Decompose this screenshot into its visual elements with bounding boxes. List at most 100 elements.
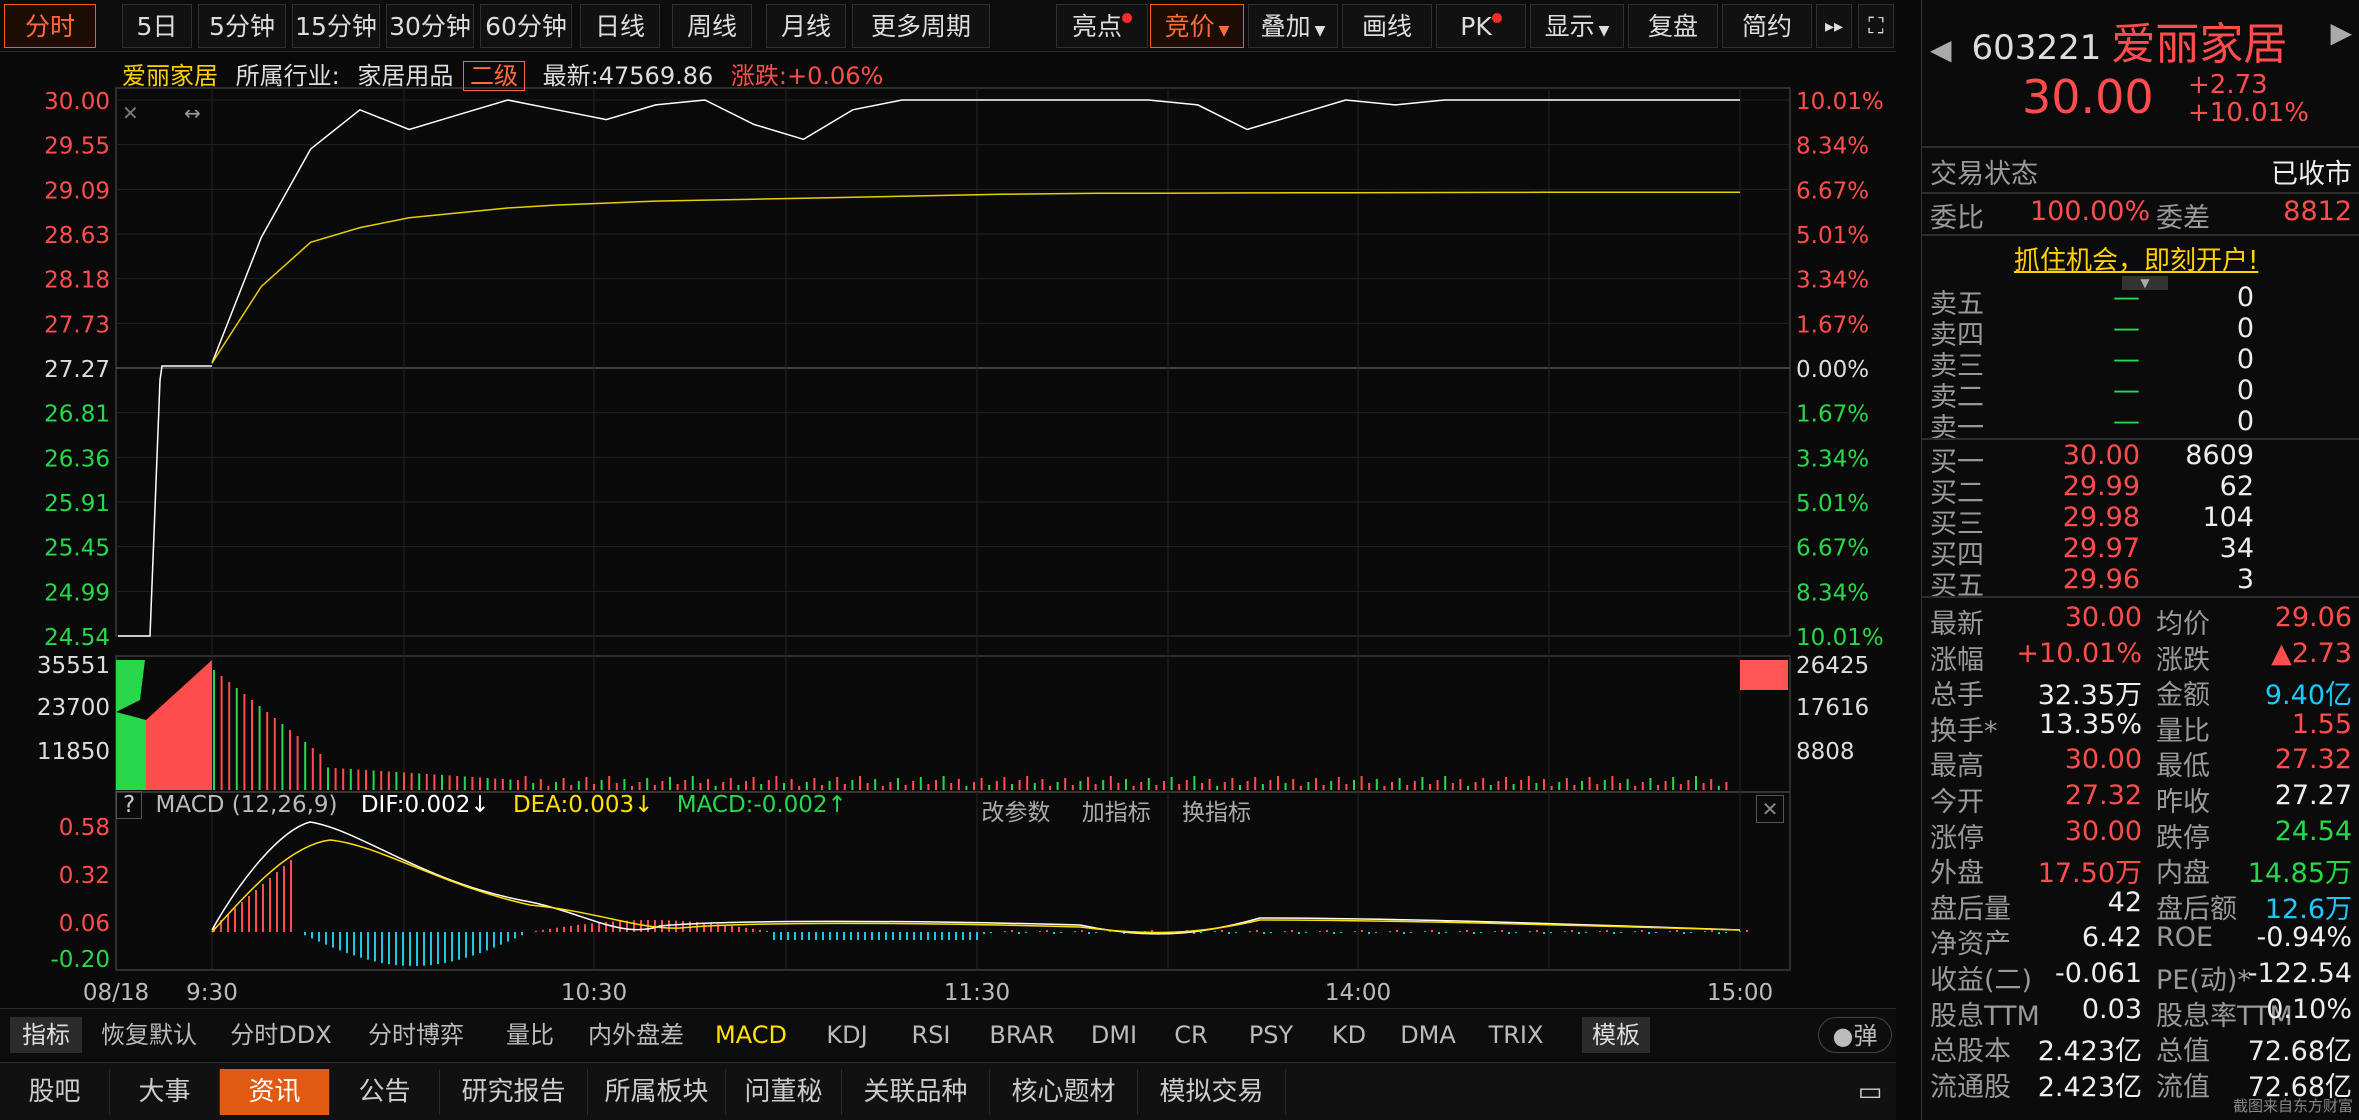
close-icon[interactable]: ✕ bbox=[122, 101, 139, 125]
info-tab-2[interactable]: 资讯 bbox=[220, 1069, 330, 1115]
divider bbox=[1922, 234, 2359, 236]
info-tab-3[interactable]: 公告 bbox=[330, 1069, 440, 1115]
ad-row: 抓住机会，即刻开户! bbox=[1930, 240, 2352, 276]
stat-row: 总手 32.35万 金额 9.40亿 bbox=[1930, 673, 2352, 711]
pct-tick: 6.67% bbox=[1796, 536, 1869, 562]
pre-open-line bbox=[118, 365, 212, 637]
stat-row: 涨幅 +10.01% 涨跌 ▲2.73 bbox=[1930, 637, 2352, 676]
switch-indicator-button[interactable]: 换指标 bbox=[1182, 800, 1251, 826]
info-tab-0[interactable]: 股吧 bbox=[0, 1069, 110, 1115]
sell-row: 卖一 —0 bbox=[1930, 406, 2352, 444]
info-tab-9[interactable]: 模拟交易 bbox=[1138, 1069, 1286, 1115]
indicator-16[interactable]: 模板 bbox=[1582, 1017, 1650, 1053]
buy-price: 29.97 bbox=[2062, 533, 2140, 564]
pct-tick: 8.34% bbox=[1796, 134, 1869, 160]
industry-name[interactable]: 家居用品 bbox=[357, 62, 453, 90]
open-account-link[interactable]: 抓住机会，即刻开户! bbox=[2014, 240, 2258, 277]
macd-tick: 0.58 bbox=[59, 815, 110, 841]
vol-right-tick: 26425 bbox=[1796, 653, 1869, 679]
industry-level-badge[interactable]: 二级 bbox=[463, 61, 526, 91]
stat-label: 最新 bbox=[1930, 609, 1984, 640]
stat-label: 金额 bbox=[2156, 680, 2210, 712]
add-indicator-button[interactable]: 加指标 bbox=[1082, 800, 1151, 826]
stat-value: 1.55 bbox=[2291, 708, 2352, 740]
indicator-11[interactable]: CR bbox=[1162, 1017, 1220, 1053]
info-tab-5[interactable]: 所属板块 bbox=[588, 1069, 726, 1115]
price-tick: 28.63 bbox=[44, 223, 110, 249]
indicator-12[interactable]: PSY bbox=[1240, 1017, 1302, 1053]
indicator-6[interactable]: MACD bbox=[712, 1017, 790, 1053]
pct-tick: 8.34% bbox=[1796, 580, 1869, 606]
stat-row: 盘后量 42 盘后额 12.6万 bbox=[1930, 887, 2352, 925]
stat-row: 换手* 13.35% 量比 1.55 bbox=[1930, 708, 2352, 747]
info-tab-8[interactable]: 核心题材 bbox=[990, 1069, 1138, 1115]
indicator-9[interactable]: BRAR bbox=[982, 1017, 1062, 1053]
time-tick: 08/18 bbox=[83, 980, 149, 1006]
prev-stock-icon[interactable]: ◀ bbox=[1930, 33, 1952, 66]
stat-label: 跌停 bbox=[2156, 822, 2210, 854]
indicator-1[interactable]: 恢复默认 bbox=[96, 1017, 202, 1053]
price-tick: 24.99 bbox=[44, 580, 110, 606]
stat-row: 最新 30.00 均价 29.06 bbox=[1930, 602, 2352, 640]
stat-value: -0.061 bbox=[2054, 958, 2142, 989]
macd-header: ? MACD (12,26,9) DIF:0.002↓ DEA:0.003↓ M… bbox=[116, 791, 847, 826]
price-change: +2.73 bbox=[2188, 70, 2268, 100]
indicator-15[interactable]: TRIX bbox=[1482, 1017, 1550, 1053]
sell-volume: 0 bbox=[2236, 313, 2254, 344]
price-pct: +10.01% bbox=[2188, 98, 2309, 128]
indicator-13[interactable]: KD bbox=[1322, 1017, 1376, 1053]
monitor-icon[interactable]: ▭ bbox=[1850, 1069, 1890, 1115]
stat-label: 最高 bbox=[1930, 751, 1984, 783]
popup-toggle[interactable]: ●弹 bbox=[1818, 1017, 1892, 1053]
indicator-5[interactable]: 内外盘差 bbox=[582, 1017, 690, 1053]
macd-dea: DEA:0.003↓ bbox=[512, 792, 654, 818]
info-tab-1[interactable]: 大事 bbox=[110, 1069, 220, 1115]
drag-icon[interactable]: ↔ bbox=[184, 101, 201, 125]
auction-volume bbox=[146, 660, 212, 790]
indicator-0[interactable]: 指标 bbox=[10, 1017, 82, 1053]
indicator-4[interactable]: 量比 bbox=[498, 1017, 562, 1053]
sell-row: 卖四 —0 bbox=[1930, 313, 2352, 351]
stat-value: ▲2.73 bbox=[2271, 637, 2352, 669]
indicator-2[interactable]: 分时DDX bbox=[228, 1017, 334, 1053]
watermark: 截图来自东方财富 bbox=[2232, 1097, 2353, 1115]
indicator-10[interactable]: DMI bbox=[1082, 1017, 1146, 1053]
time-tick: 9:30 bbox=[186, 980, 238, 1006]
stat-value: 12.6万 bbox=[2264, 893, 2352, 925]
indicator-8[interactable]: RSI bbox=[902, 1017, 960, 1053]
buy-price: 30.00 bbox=[2062, 440, 2140, 471]
stat-value: 2.423亿 bbox=[2037, 1036, 2142, 1068]
stock-code: 603221 bbox=[1971, 28, 2102, 68]
wb-value: 100.00% bbox=[2030, 196, 2151, 227]
vol-right-tick: 8808 bbox=[1796, 739, 1855, 765]
edit-params-button[interactable]: 改参数 bbox=[981, 800, 1050, 826]
sell-row: 卖二 —0 bbox=[1930, 375, 2352, 413]
time-tick: 11:30 bbox=[944, 980, 1010, 1006]
indicator-3[interactable]: 分时博弈 bbox=[360, 1017, 472, 1053]
chart-area: 30.00 10.01% 29.55 8.34% 29.09 6.67% 28.63 5.01… bbox=[37, 87, 1884, 1006]
buy-volume: 3 bbox=[2236, 564, 2254, 595]
next-stock-icon[interactable]: ▶ bbox=[2330, 16, 2352, 49]
close-icon[interactable]: ✕ bbox=[1756, 795, 1784, 823]
pct-tick: 10.01% bbox=[1796, 625, 1884, 651]
buy-row: 买四 29.97 34 bbox=[1930, 533, 2352, 571]
stat-value: 30.00 bbox=[2064, 602, 2142, 633]
sell-volume: 0 bbox=[2236, 282, 2254, 313]
stat-value: 9.40亿 bbox=[2264, 680, 2352, 712]
indicator-7[interactable]: KDJ bbox=[816, 1017, 878, 1053]
price-tick: 27.27 bbox=[44, 357, 110, 383]
indicator-14[interactable]: DMA bbox=[1396, 1017, 1460, 1053]
closing-volume bbox=[1740, 660, 1788, 690]
price-row: 30.00 +2.73 +10.01% bbox=[1930, 70, 2352, 130]
help-button[interactable]: ? bbox=[116, 791, 143, 819]
info-tab-6[interactable]: 问董秘 bbox=[726, 1069, 842, 1115]
price-tick: 30.00 bbox=[44, 89, 110, 115]
info-tab-7[interactable]: 关联品种 bbox=[842, 1069, 990, 1115]
info-tab-bar: 股吧 大事 资讯 公告 研究报告 所属板块 问董秘 关联品种 核心题材 模拟交易 ▭ bbox=[0, 1062, 1896, 1120]
stat-label: 换手* bbox=[1930, 715, 1998, 747]
stat-value: 30.00 bbox=[2064, 744, 2142, 776]
buy-row: 买一 30.00 8609 bbox=[1930, 440, 2352, 478]
info-tab-4[interactable]: 研究报告 bbox=[440, 1069, 588, 1115]
stat-value: 27.32 bbox=[2274, 744, 2352, 776]
stock-info-line: 爱丽家居 所属行业: 家居用品 二级 最新:47569.86 涨跌:+0.06% bbox=[122, 56, 893, 92]
